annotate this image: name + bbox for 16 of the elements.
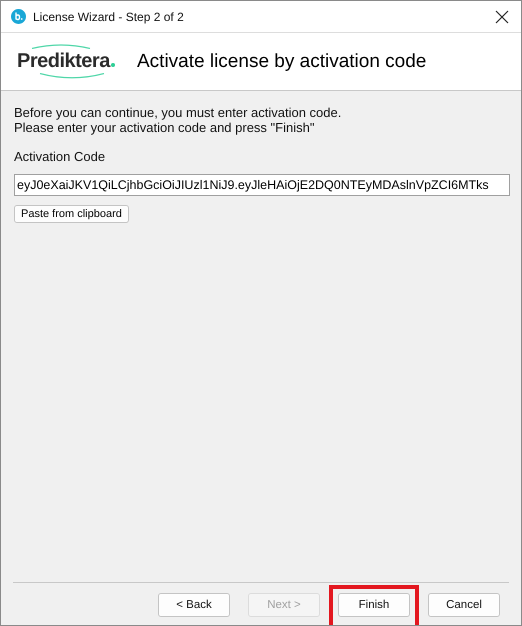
wizard-button[interactable]: Finish	[338, 593, 410, 617]
field-label: Activation Code	[14, 149, 106, 164]
app-icon	[11, 9, 26, 24]
instruction-text: Before you can continue, you must enter activation code.	[14, 105, 342, 120]
logo-dot-icon	[110, 63, 115, 67]
page-title: Activate license by activation code	[137, 50, 426, 72]
close-icon[interactable]	[495, 10, 509, 24]
logo-arc-icon	[39, 73, 105, 79]
instruction-text: Please enter your activation code and press "Finish"	[14, 120, 316, 135]
logo-text: Prediktera	[17, 49, 110, 73]
logo-arc-icon	[31, 44, 91, 49]
activation-code-field[interactable]: eyJ0eXaiJKV1QiLCjhbGciOiJIUzl1NiJ9.eyJleHAiOjE2DQ0NTEyMDAslnVpZCI6MTks	[14, 174, 510, 196]
wizard-button[interactable]: < Back	[158, 593, 230, 617]
window-title: License Wizard - Step 2 of 2	[33, 10, 185, 24]
paste-button[interactable]: Paste from clipboard	[14, 205, 129, 223]
wizard-button[interactable]: Cancel	[428, 593, 500, 617]
